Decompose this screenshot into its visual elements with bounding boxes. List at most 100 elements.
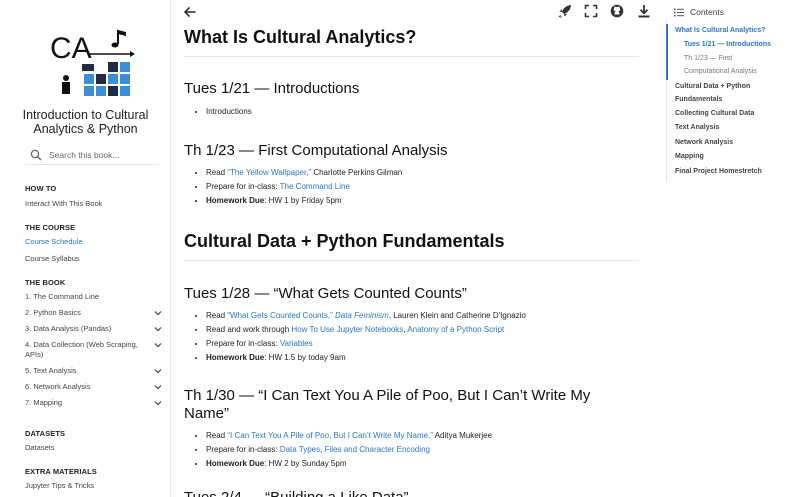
nav-caption: EXTRA MATERIALS: [25, 467, 97, 476]
homework-label: Homework Due: [206, 353, 265, 362]
subsection-title-tues-2-4: Tues 2/4 — “Building a Like Data”: [184, 489, 639, 497]
jupyter-notebooks-link[interactable]: How To Use Jupyter Notebooks: [291, 325, 403, 334]
list-item: Read “What Gets Counted Counts,” Data Fe…: [206, 309, 526, 323]
list-item-text: Charlotte Perkins Gilman: [311, 168, 403, 177]
sidebar-item-data-collection[interactable]: 4. Data Collection (Web Scraping, APIs): [25, 340, 167, 360]
section-title-what-is-cultural-analytics: What Is Cultural Analytics?: [184, 27, 417, 47]
sidebar-item-label: 2. Python Basics: [25, 308, 81, 317]
list-th-1-30: Read “I Can Text You A Pile of Poo, But …: [206, 429, 492, 471]
subsection-title-tues-1-28: Tues 1/28 — “What Gets Counted Counts”: [184, 285, 467, 302]
search-box[interactable]: [25, 145, 159, 165]
subsection-title-line: Name”: [184, 405, 230, 422]
sidebar-item-course-schedule[interactable]: Course Schedule: [25, 237, 167, 247]
subsection-title-th-1-30: Th 1/30 — “I Can Text You A Pile of Poo,…: [184, 387, 639, 423]
list-item-text: : HW 1 by Friday 5pm: [264, 196, 342, 205]
list-item-text: , Lauren Klein and Catherine D'Ignazio: [388, 311, 526, 320]
sidebar-item-command-line[interactable]: 1. The Command Line: [25, 292, 167, 302]
toc-item-collecting-cultural-data[interactable]: Collecting Cultural Data: [675, 107, 797, 120]
list-th-1-23: Read “The Yellow Wallpaper,” Charlotte P…: [206, 166, 402, 208]
nav-caption: HOW TO: [25, 184, 57, 193]
chevron-down-icon[interactable]: [154, 309, 162, 317]
reading-link[interactable]: “The Yellow Wallpaper,”: [227, 168, 311, 177]
divider: [184, 260, 639, 261]
list-item-text: : HW 1.5 by today 9am: [264, 353, 346, 362]
toc-item-cultural-data[interactable]: Cultural Data + Python Fundamentals: [675, 80, 775, 106]
table-of-contents: Contents What Is Cultural Analytics? Tue…: [666, 0, 800, 497]
nav-section-extra-materials: EXTRA MATERIALS Jupyter Tips & Tricks: [25, 467, 167, 491]
list-item-text: Read: [206, 168, 228, 177]
nav-section-the-course: THE COURSE Course Schedule Course Syllab…: [25, 223, 167, 264]
list-item: Homework Due: HW 2 by Sunday 5pm: [206, 457, 492, 471]
subsection-title-th-1-23: Th 1/23 — First Computational Analysis: [184, 142, 448, 159]
sidebar-item-label: Interact With This Book: [25, 199, 103, 208]
sidebar-item-label: Datasets: [25, 443, 55, 452]
sidebar-item-jupyter-tips[interactable]: Jupyter Tips & Tricks: [25, 481, 167, 491]
sidebar-item-label: 5. Text Analysis: [25, 366, 77, 375]
divider: [184, 56, 639, 57]
sidebar-item-data-analysis[interactable]: 3. Data Analysis (Pandas): [25, 324, 167, 334]
list-item: Prepare for in-class: Data Types, Files …: [206, 443, 492, 457]
list-item-text: : HW 2 by Sunday 5pm: [264, 459, 347, 468]
nav-caption: DATASETS: [25, 429, 66, 438]
reading-link[interactable]: “What Gets Counted Counts,” Data Feminis…: [227, 311, 388, 320]
book-title[interactable]: Introduction to Cultural Analytics & Pyt…: [12, 108, 159, 136]
sidebar-item-interact[interactable]: Interact With This Book: [25, 199, 167, 209]
toc-item-network-analysis[interactable]: Network Analysis: [675, 136, 797, 149]
sidebar: CA Introduction to Cultural Analytics & …: [0, 0, 171, 497]
toc-item-mapping[interactable]: Mapping: [675, 150, 797, 163]
list-item: Homework Due: HW 1 by Friday 5pm: [206, 194, 402, 208]
chevron-down-icon[interactable]: [154, 367, 162, 375]
sidebar-item-label: 1. The Command Line: [25, 292, 100, 301]
sidebar-item-network-analysis[interactable]: 6. Network Analysis: [25, 382, 167, 392]
svg-text:CA: CA: [50, 32, 92, 65]
chevron-down-icon[interactable]: [154, 383, 162, 391]
book-logo[interactable]: CA: [48, 26, 136, 104]
nav-section-datasets: DATASETS Datasets: [25, 429, 167, 453]
toc-active-indicator: [666, 24, 668, 80]
download-icon[interactable]: [637, 4, 651, 18]
sidebar-item-mapping[interactable]: 7. Mapping: [25, 398, 167, 408]
python-script-link[interactable]: Anatomy of a Python Script: [407, 325, 504, 334]
section-title-cultural-data-python: Cultural Data + Python Fundamentals: [184, 231, 505, 251]
variables-link[interactable]: Variables: [280, 339, 313, 348]
sidebar-item-python-basics[interactable]: 2. Python Basics: [25, 308, 167, 318]
chevron-down-icon[interactable]: [154, 341, 162, 349]
chevron-down-icon[interactable]: [154, 399, 162, 407]
sidebar-item-label: 3. Data Analysis (Pandas): [25, 324, 112, 333]
toc-item-th-1-23[interactable]: Th 1/23 — First Computational Analysis: [684, 52, 772, 78]
toc-item-tues-1-21[interactable]: Tues 1/21 — Introductions: [684, 38, 796, 51]
sidebar-item-datasets[interactable]: Datasets: [25, 443, 167, 453]
files-encoding-link[interactable]: Files and Character Encoding: [325, 445, 430, 454]
list-item-text: Read and work through: [206, 325, 292, 334]
homework-label: Homework Due: [206, 459, 265, 468]
reading-link[interactable]: “I Can Text You A Pile of Poo, But I Can…: [227, 431, 433, 440]
list-item-text: Read: [206, 431, 228, 440]
search-icon: [30, 149, 42, 160]
toc-item-what-is-cultural-analytics[interactable]: What Is Cultural Analytics?: [675, 24, 797, 37]
list-item: Read “The Yellow Wallpaper,” Charlotte P…: [206, 166, 402, 180]
sidebar-item-label: 6. Network Analysis: [25, 382, 91, 391]
list-item-text: Read: [206, 311, 228, 320]
subsection-title-line: Th 1/30 — “I Can Text You A Pile of Poo,…: [184, 387, 591, 404]
list-item: Read “I Can Text You A Pile of Poo, But …: [206, 429, 492, 443]
list-item-text: Prepare for in-class:: [206, 445, 280, 454]
chevron-down-icon[interactable]: [154, 325, 162, 333]
list-item-text: Aditya Mukerjee: [432, 431, 493, 440]
sidebar-item-course-syllabus[interactable]: Course Syllabus: [25, 254, 167, 264]
sidebar-item-text-analysis[interactable]: 5. Text Analysis: [25, 366, 167, 376]
list-item-text: Prepare for in-class:: [206, 339, 280, 348]
nav-caption: THE COURSE: [25, 223, 76, 232]
search-input[interactable]: [49, 149, 149, 160]
subsection-title-tues-1-21: Tues 1/21 — Introductions: [184, 80, 360, 97]
toc-item-final-project[interactable]: Final Project Homestretch: [675, 165, 797, 178]
main-content: What Is Cultural Analytics? Tues 1/21 — …: [184, 0, 639, 497]
toc-item-text-analysis[interactable]: Text Analysis: [675, 121, 797, 134]
sidebar-item-label: Course Syllabus: [25, 254, 80, 263]
list-item: Read and work through How To Use Jupyter…: [206, 323, 526, 337]
list-item-text: Introductions: [206, 107, 252, 116]
list-item: Prepare for in-class: The Command Line: [206, 180, 402, 194]
toc-title: Contents: [690, 7, 725, 17]
data-types-link[interactable]: Data Types: [280, 445, 320, 454]
prep-link[interactable]: The Command Line: [280, 182, 350, 191]
reading-link-book: Data Feminism: [334, 311, 389, 320]
